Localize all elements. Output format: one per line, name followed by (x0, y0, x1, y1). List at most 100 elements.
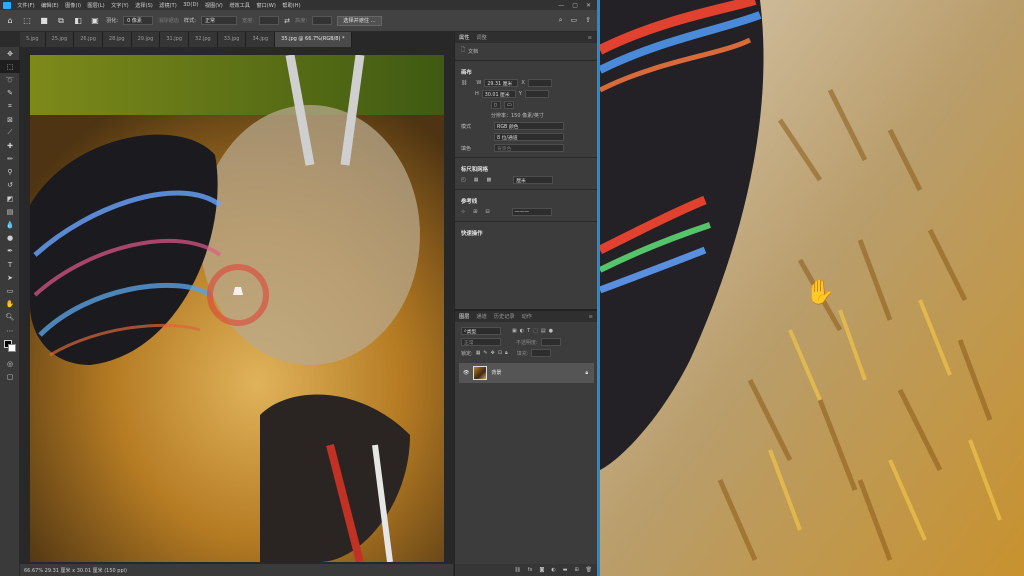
width-input[interactable] (259, 16, 280, 25)
menu-help[interactable]: 帮助(H) (279, 2, 304, 9)
screen-mode-icon[interactable]: ▢ (0, 370, 20, 383)
units-select[interactable]: 厘米 (513, 176, 554, 184)
guide-layout-icon[interactable]: ⊹ (461, 209, 465, 215)
rulers-grid-title[interactable]: 标尺和网格 (455, 161, 597, 175)
antialias-checkbox[interactable]: 消除锯齿 (158, 17, 179, 24)
eraser-tool-icon[interactable]: ◩ (0, 192, 20, 205)
quick-mask-icon[interactable]: ◎ (0, 357, 20, 370)
hand-tool-icon[interactable]: ✋ (0, 298, 20, 311)
menu-layer[interactable]: 图层(L) (84, 2, 108, 9)
tab-26[interactable]: 26.jpg (74, 32, 103, 47)
close-icon[interactable]: ✕ (586, 2, 591, 9)
landscape-icon[interactable]: ▭ (504, 101, 514, 109)
mode-select[interactable]: RGB 颜色 (494, 122, 564, 130)
tab-29[interactable]: 29.jpg (131, 32, 161, 47)
guide-style-select[interactable]: ——— (511, 208, 552, 216)
guides-title[interactable]: 参考线 (455, 193, 597, 207)
tab-25[interactable]: 25.jpg (45, 32, 75, 47)
opacity-field[interactable] (540, 338, 561, 346)
add-mask-icon[interactable]: ◙ (539, 567, 544, 573)
tab-history[interactable]: 历史记录 (494, 313, 515, 320)
healing-brush-tool-icon[interactable]: ✚ (0, 139, 20, 152)
menu-window[interactable]: 窗口(W) (253, 2, 279, 9)
add-selection-icon[interactable]: ⧉ (55, 15, 67, 27)
history-brush-tool-icon[interactable]: ↺ (0, 179, 20, 192)
path-select-tool-icon[interactable]: ➤ (0, 271, 20, 284)
portrait-icon[interactable]: ▯ (491, 101, 501, 109)
tab-34[interactable]: 34.jpg (246, 32, 276, 47)
tab-28[interactable]: 28.jpg (102, 32, 132, 47)
workspace-icon[interactable]: ▭ (571, 16, 578, 25)
kind-filter-select[interactable]: ⌕ 类型 (461, 327, 501, 335)
tab-actions[interactable]: 动作 (522, 313, 532, 320)
rectangle-tool-icon[interactable]: ▭ (0, 284, 20, 297)
depth-select[interactable]: 8 位/通道 (494, 133, 564, 141)
ruler-icon[interactable]: ◰ (461, 177, 466, 183)
menu-filter[interactable]: 滤镜(T) (156, 2, 180, 9)
link-layers-icon[interactable]: ⛓ (514, 567, 520, 573)
clone-stamp-tool-icon[interactable]: ⚲ (0, 166, 20, 179)
filter-pixel-icon[interactable]: ▣ (512, 328, 517, 334)
menu-view[interactable]: 视图(V) (202, 2, 226, 9)
marquee-preset-icon[interactable]: ⬚ (21, 15, 33, 27)
filter-shape-icon[interactable]: ⬚ (533, 328, 538, 334)
menu-type[interactable]: 文字(Y) (108, 2, 132, 9)
x-field[interactable] (527, 79, 552, 87)
frame-tool-icon[interactable]: ⊠ (0, 113, 20, 126)
eyedropper-tool-icon[interactable]: ⟋ (0, 126, 20, 139)
pen-tool-icon[interactable]: ✒ (0, 245, 20, 258)
home-icon[interactable]: ⌂ (4, 15, 16, 27)
menu-select[interactable]: 选择(S) (132, 2, 156, 9)
swap-dimensions-icon[interactable]: ⇄ (284, 17, 290, 25)
tab-33[interactable]: 33.jpg (217, 32, 247, 47)
menu-image[interactable]: 图像(I) (62, 2, 84, 9)
brush-tool-icon[interactable]: ✏ (0, 153, 20, 166)
layer-style-icon[interactable]: fx (528, 567, 533, 573)
y-field[interactable] (524, 90, 549, 98)
layers-menu-icon[interactable]: ≡ (589, 314, 597, 320)
tab-adjustments[interactable]: 调整 (476, 34, 486, 41)
quick-actions-title[interactable]: 快速操作 (455, 225, 597, 239)
lock-move-icon[interactable]: ✥ (491, 350, 495, 356)
lock-artboard-icon[interactable]: ⊡ (498, 350, 502, 356)
visibility-eye-icon[interactable]: 👁︎ (463, 370, 469, 376)
pixel-grid-icon[interactable]: ▩ (486, 177, 491, 183)
fill-select[interactable]: 背景色 (494, 144, 564, 152)
new-group-icon[interactable]: ▬ (563, 567, 568, 573)
feather-input[interactable]: 0 像素 (123, 16, 154, 25)
maximize-icon[interactable]: ▢ (572, 2, 578, 9)
new-selection-icon[interactable]: ■ (38, 15, 50, 27)
panel-menu-icon[interactable]: ≡ (588, 35, 597, 41)
dodge-tool-icon[interactable]: ● (0, 232, 20, 245)
gradient-tool-icon[interactable]: ▤ (0, 205, 20, 218)
tab-31[interactable]: 31.jpg (160, 32, 190, 47)
filter-adjust-icon[interactable]: ◐ (520, 328, 524, 334)
tab-5[interactable]: 5.jpg (20, 32, 46, 47)
tab-32[interactable]: 32.jpg (189, 32, 218, 47)
delete-layer-icon[interactable]: 🗑︎ (586, 567, 592, 573)
move-tool-icon[interactable]: ✥ (0, 47, 20, 60)
filter-toggle-icon[interactable]: ● (549, 328, 553, 334)
select-and-mask-button[interactable]: 选择并遮住 ... (337, 15, 382, 26)
search-icon[interactable]: ⌕ (559, 16, 563, 25)
height-input[interactable] (312, 16, 333, 25)
zoom-tool-icon[interactable]: 🔍︎ (0, 311, 20, 324)
guide-clear-icon[interactable]: ⊟ (485, 209, 489, 215)
lasso-tool-icon[interactable]: ➰ (0, 73, 20, 86)
blend-mode-select[interactable]: 正常 (461, 338, 501, 346)
guide-add-icon[interactable]: ⊞ (473, 209, 477, 215)
color-swatches-icon[interactable] (0, 337, 20, 357)
share-icon[interactable]: ⇪ (585, 16, 591, 25)
tab-channels[interactable]: 通道 (476, 313, 486, 320)
type-tool-icon[interactable]: T (0, 258, 20, 271)
lock-all-icon[interactable]: 🔒︎ (505, 350, 508, 356)
intersect-selection-icon[interactable]: ▣ (89, 15, 101, 27)
more-tools-icon[interactable]: ⋯ (0, 324, 20, 337)
tab-properties[interactable]: 属性 (459, 34, 469, 41)
menu-3d[interactable]: 3D(D) (180, 2, 202, 8)
width-field[interactable]: 29.31 厘米 (484, 79, 519, 87)
marquee-tool-icon[interactable]: ⬚ (0, 60, 20, 74)
quick-select-tool-icon[interactable]: ✎ (0, 87, 20, 100)
tab-35-active[interactable]: 35.jpg @ 66.7%(RGB/8) * (275, 32, 352, 47)
style-select[interactable]: 正常 (201, 16, 238, 25)
